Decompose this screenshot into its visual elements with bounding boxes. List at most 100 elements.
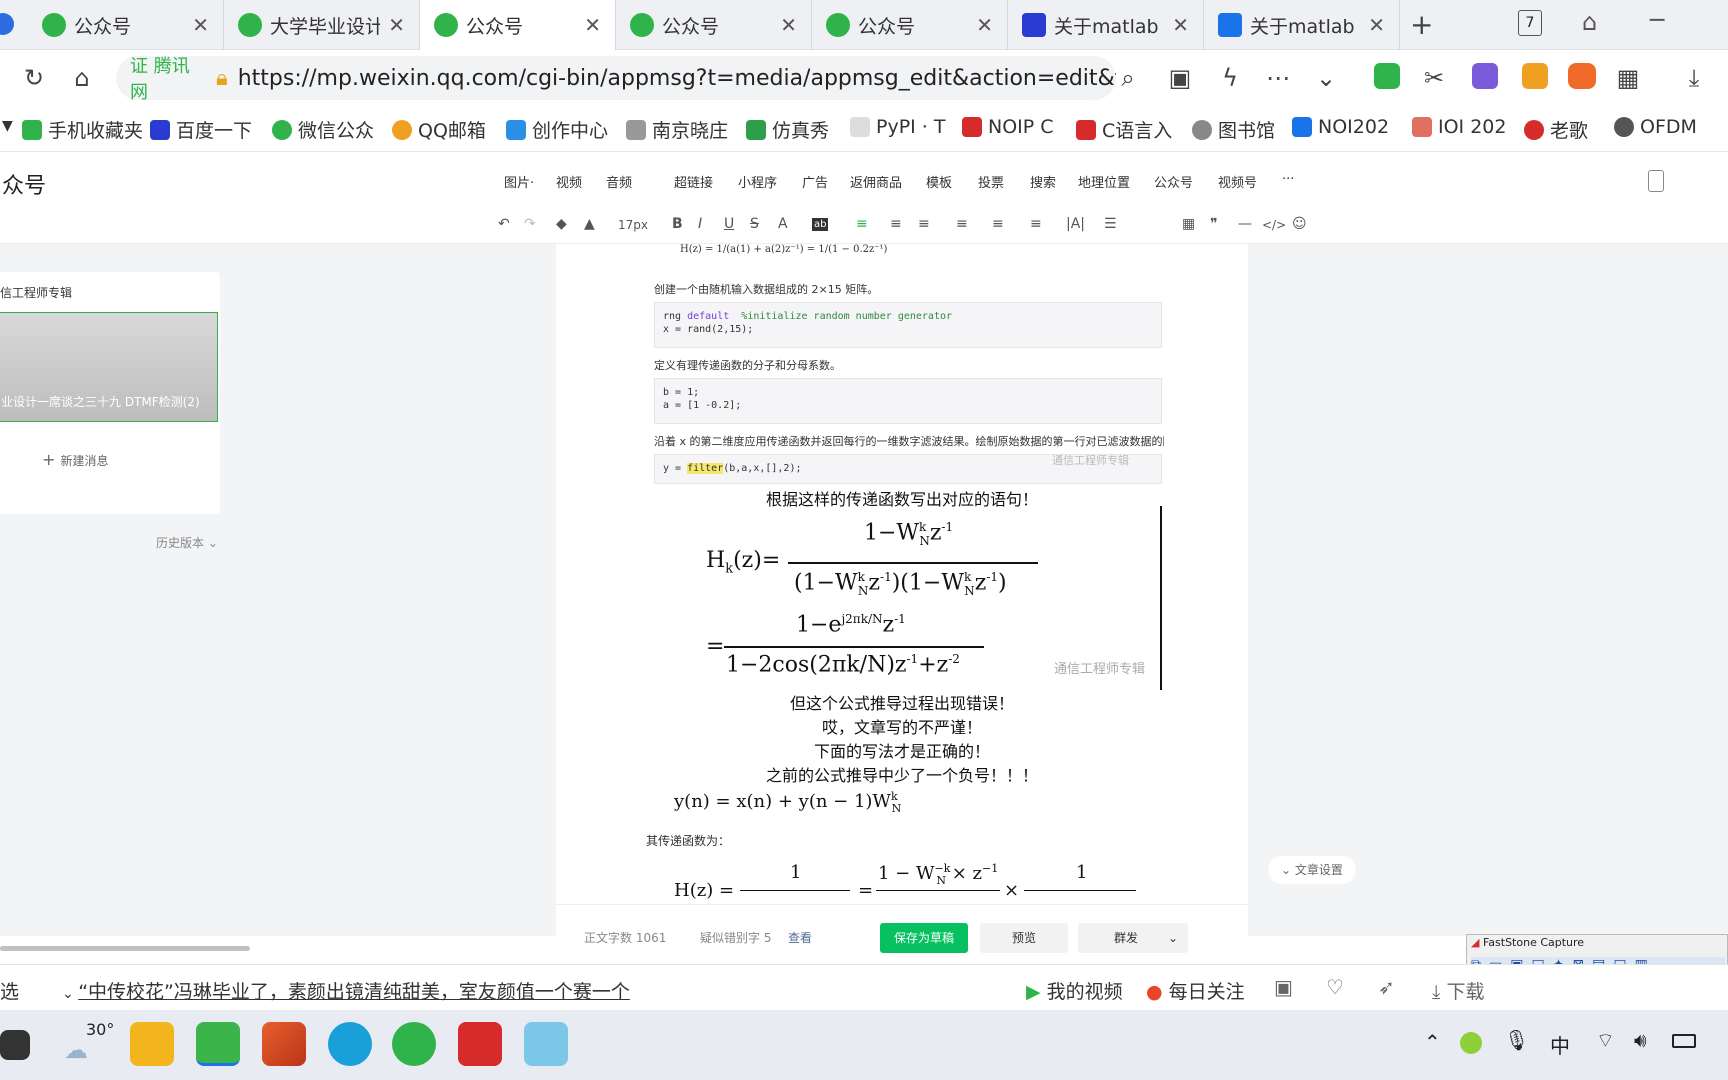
tab[interactable]: 公众号 ✕ (812, 0, 1008, 50)
matlab-icon[interactable] (262, 1022, 306, 1066)
strikethrough-icon[interactable]: S (750, 216, 759, 232)
article-card[interactable]: 业设计一席谈之三十九 DTMF检测(2) (0, 312, 218, 422)
new-message-button[interactable]: + 新建消息 (42, 450, 109, 469)
bookmark[interactable]: OFDM (1614, 116, 1697, 138)
chevron-down-icon[interactable]: ⌄ (1168, 923, 1178, 953)
bookmark[interactable]: NOIP C (962, 116, 1054, 138)
bookmark[interactable]: 创作中心 (506, 116, 608, 143)
battery-icon[interactable] (1672, 1034, 1696, 1048)
wps-icon[interactable] (458, 1022, 502, 1066)
download-icon[interactable]: ⤓ (1678, 62, 1710, 94)
translate-icon[interactable] (1472, 63, 1498, 89)
chevron-down-icon[interactable]: ▼ (2, 118, 13, 134)
security-tray-icon[interactable] (1460, 1032, 1482, 1054)
my-video-link[interactable]: ▶︎ 我的视频 (1026, 977, 1123, 1004)
bookmark[interactable]: C语言入 (1076, 116, 1172, 143)
wifi-icon[interactable]: ⌔ (1596, 1028, 1615, 1053)
format-brush-icon[interactable]: ◆ (556, 216, 567, 232)
redo-icon[interactable]: ↷ (524, 216, 536, 232)
bookmark[interactable]: IOI 202 (1412, 116, 1506, 138)
insert-search[interactable]: 搜索 (1030, 172, 1056, 191)
file-explorer-icon[interactable] (130, 1022, 174, 1066)
home-icon[interactable]: ⌂ (66, 62, 98, 94)
divider-icon[interactable]: — (1238, 216, 1252, 232)
image-icon[interactable]: ▣ (1274, 975, 1293, 999)
bold-icon[interactable]: B (672, 216, 683, 232)
bullet-list-icon[interactable]: ☰ (1104, 216, 1117, 232)
bookmark[interactable]: 老歌 (1524, 116, 1588, 143)
table-icon[interactable]: ▦ (1182, 216, 1195, 232)
live-wallpaper-icon[interactable] (524, 1022, 568, 1066)
bookmark[interactable]: 南京晓庄 (626, 116, 728, 143)
insert-vote[interactable]: 投票 (978, 172, 1004, 191)
tab[interactable]: 关于matlab ✕ (1008, 0, 1204, 50)
align-center-icon[interactable]: ≡ (856, 216, 868, 232)
news-headline-link[interactable]: ⌄ “中传校花”冯琳毕业了，素颜出镜清纯甜美，室友颜值一个赛一个 (62, 977, 630, 1004)
game-icon[interactable] (1568, 63, 1596, 89)
rocket-icon[interactable]: ➶ (1378, 975, 1395, 999)
close-icon[interactable]: ✕ (1172, 13, 1189, 37)
tab-active[interactable]: 公众号 ✕ (420, 0, 616, 50)
font-color-icon[interactable]: A (778, 216, 788, 232)
close-icon[interactable]: ✕ (1368, 13, 1385, 37)
paragraph-spacing-icon[interactable]: ≡ (992, 216, 1004, 232)
article-settings-button[interactable]: ⌄ 文章设置 (1268, 856, 1356, 884)
image-icon[interactable]: ▣ (1164, 62, 1196, 94)
bookmark[interactable]: 百度一下 (150, 116, 252, 143)
tab[interactable]: 大学毕业设计 ✕ (224, 0, 420, 50)
insert-miniprogram[interactable]: 小程序 (738, 172, 777, 191)
search-icon[interactable]: ⌕ (1112, 62, 1144, 94)
insert-account[interactable]: 公众号 (1154, 172, 1193, 191)
view-typos-link[interactable]: 查看 (788, 929, 812, 946)
volume-icon[interactable]: 🔊︎ (1634, 1028, 1647, 1052)
bookmark[interactable]: 图书馆 (1192, 116, 1275, 143)
insert-location[interactable]: 地理位置 (1078, 172, 1130, 191)
emoji-icon[interactable]: ☺ (1292, 216, 1307, 232)
insert-video[interactable]: 视频 (556, 172, 582, 191)
insert-ad[interactable]: 广告 (802, 172, 828, 191)
align-icon[interactable]: ≡ (918, 216, 930, 232)
bookmark[interactable]: PyPI · T (850, 116, 946, 138)
apps-grid-icon[interactable]: ▦ (1612, 62, 1644, 94)
url-field[interactable]: 证 腾讯网 🔒︎ https://mp.weixin.qq.com/cgi-bi… (116, 56, 1116, 103)
refresh-icon[interactable]: ↻ (18, 62, 50, 94)
lightning-icon[interactable]: ϟ (1214, 62, 1246, 94)
insert-channels[interactable]: 视频号 (1218, 172, 1257, 191)
health-icon[interactable]: ♡ (1326, 975, 1344, 999)
bookmark[interactable]: NOI202 (1292, 116, 1389, 138)
close-icon[interactable]: ✕ (780, 13, 797, 37)
indent-icon[interactable]: ≡ (890, 216, 902, 232)
download-link[interactable]: ⤓ 下载 (1432, 977, 1484, 1004)
italic-icon[interactable]: I (698, 216, 702, 232)
preview-button[interactable]: 预览 (980, 923, 1068, 953)
tab[interactable]: 关于matlab ✕ (1204, 0, 1400, 50)
shield-icon[interactable] (1522, 63, 1548, 89)
bookmark[interactable]: 仿真秀 (746, 116, 829, 143)
close-icon[interactable]: ✕ (976, 13, 993, 37)
minimize-icon[interactable]: ─ (1650, 6, 1664, 34)
skin-icon[interactable]: ⌂ (1582, 8, 1597, 36)
insert-image[interactable]: 图片· (504, 172, 534, 191)
clear-format-icon[interactable]: ▲ (584, 216, 595, 232)
insert-audio[interactable]: 音频 (606, 172, 632, 191)
extension-icon[interactable] (1374, 63, 1400, 89)
ime-indicator[interactable]: 中 (1550, 1030, 1570, 1059)
highlight-icon[interactable]: ab (812, 218, 829, 231)
edge-icon[interactable] (328, 1022, 372, 1066)
new-tab-icon[interactable]: + (1410, 8, 1433, 41)
insert-template[interactable]: 模板 (926, 172, 952, 191)
horizontal-scrollbar[interactable] (0, 946, 250, 951)
insert-more[interactable]: ··· (1282, 172, 1294, 187)
tab-count-badge[interactable]: 7 (1518, 10, 1542, 36)
close-icon[interactable]: ✕ (192, 13, 209, 37)
letter-spacing-icon[interactable]: |A| (1066, 216, 1085, 232)
microphone-icon[interactable]: 🎙︎ (1504, 1028, 1529, 1052)
daily-focus-link[interactable]: ● 每日关注 (1146, 977, 1245, 1004)
bookmark[interactable]: 手机收藏夹 (22, 116, 143, 143)
browser-logo-icon[interactable] (0, 13, 14, 35)
tab[interactable]: 公众号 ✕ (28, 0, 224, 50)
bookmark[interactable]: QQ邮箱 (392, 116, 486, 143)
font-size-select[interactable]: 17px (618, 218, 648, 232)
more-icon[interactable]: ⋯ (1262, 62, 1294, 94)
publish-button[interactable]: 群发 ⌄ (1078, 923, 1188, 953)
